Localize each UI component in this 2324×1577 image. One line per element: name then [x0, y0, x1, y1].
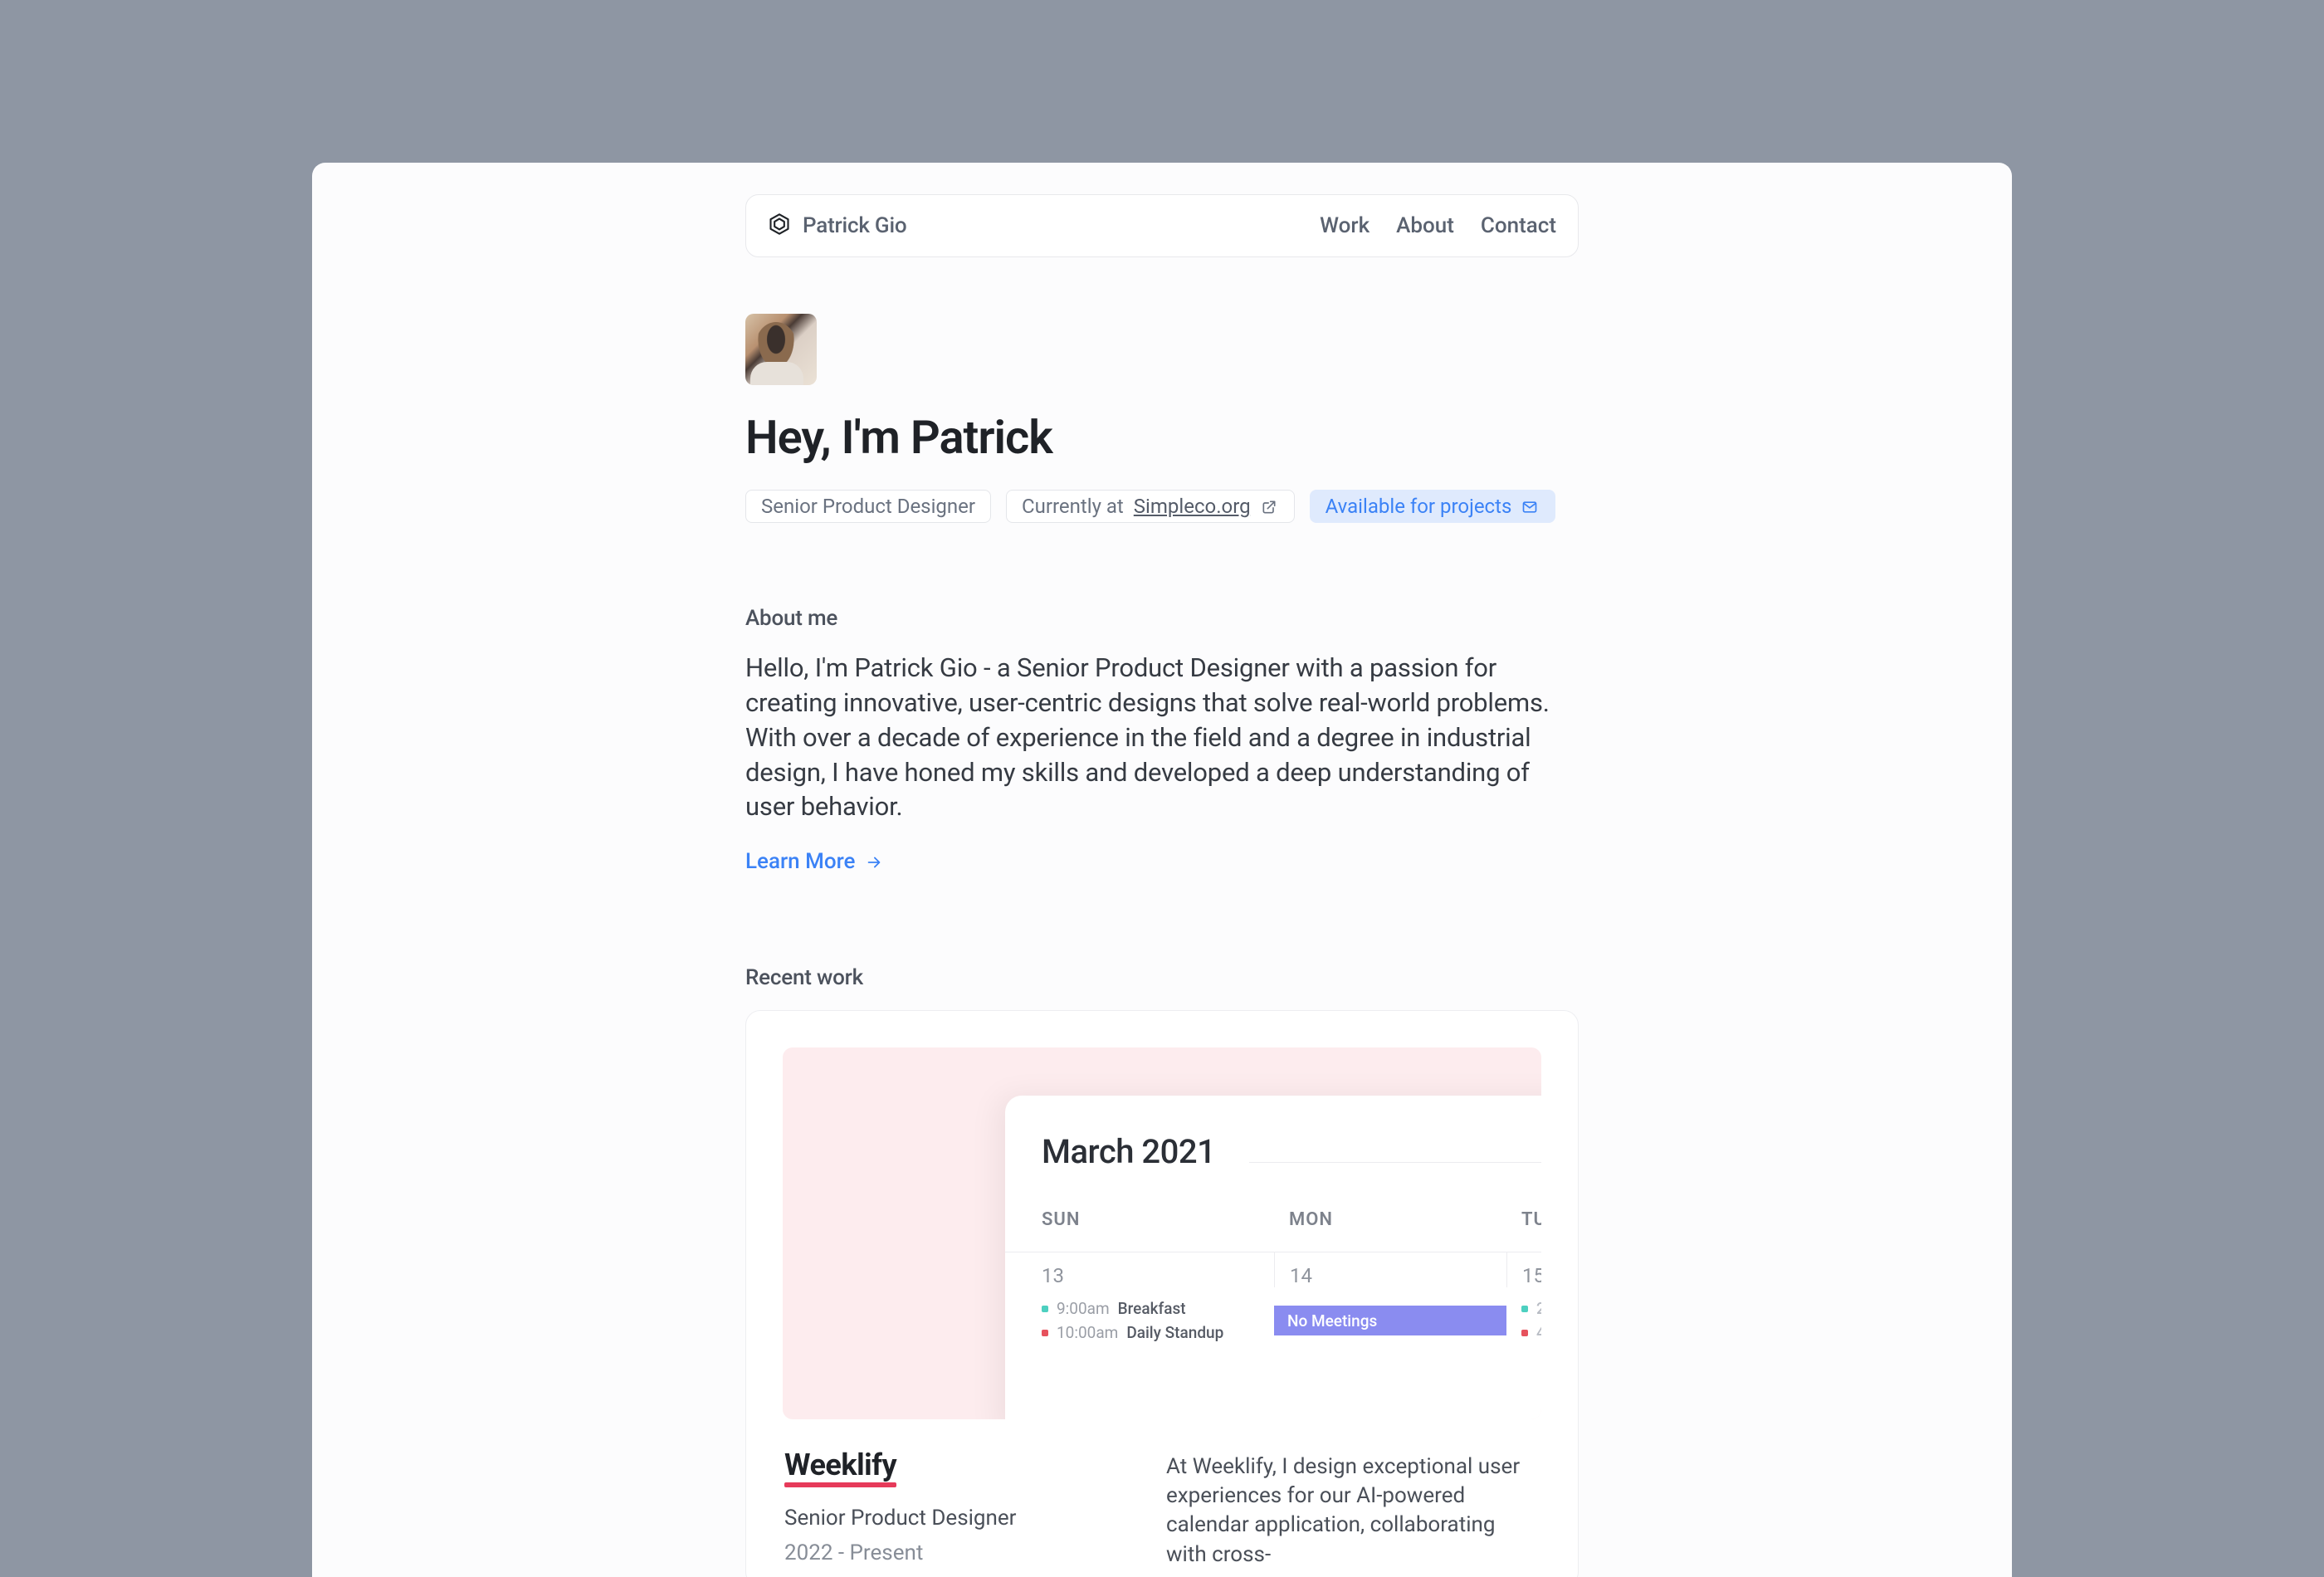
event-time: 2:	[1536, 1299, 1541, 1318]
hero-heading: Hey, I'm Patrick	[745, 410, 1579, 465]
calendar-month: March 2021	[1042, 1132, 1541, 1171]
calendar-col-sun: SUN 13 9:00am Breakfast	[1042, 1209, 1274, 1347]
brand[interactable]: Patrick Gio	[768, 212, 906, 239]
recent-work-section: Recent work March 2021 SUN 13	[745, 965, 1579, 1577]
tag-role-text: Senior Product Designer	[761, 495, 975, 518]
hero: Hey, I'm Patrick Senior Product Designer…	[745, 314, 1579, 523]
calendar-events-tue: 2: 4:	[1506, 1299, 1541, 1342]
calendar-col-tue: TUE 15 2: 4:	[1506, 1209, 1541, 1347]
tag-currently[interactable]: Currently at Simpleco.org	[1006, 490, 1295, 523]
arrow-right-icon	[865, 852, 883, 871]
calendar-mock: March 2021 SUN 13 9:00am Brea	[1005, 1096, 1541, 1419]
page-viewport: Patrick Gio Work About Contact Hey, I'm …	[312, 163, 2012, 1577]
learn-more-link[interactable]: Learn More	[745, 849, 883, 874]
event-time: 10:00am	[1057, 1323, 1118, 1342]
dayname-sun: SUN	[1042, 1209, 1274, 1230]
calendar-event: 4:	[1521, 1323, 1541, 1342]
tag-currently-link[interactable]: Simpleco.org	[1134, 495, 1251, 518]
dot-icon	[1042, 1330, 1048, 1336]
project-description: At Weeklify, I design exceptional user e…	[1166, 1452, 1540, 1569]
external-link-icon	[1261, 497, 1279, 515]
nav-link-about[interactable]: About	[1396, 213, 1454, 238]
dot-icon	[1042, 1306, 1048, 1312]
tag-available[interactable]: Available for projects	[1310, 490, 1556, 523]
no-meetings-block: No Meetings	[1274, 1306, 1506, 1335]
calendar-events-sun: 9:00am Breakfast 10:00am Daily Standup	[1005, 1299, 1274, 1342]
daynum-15: 15	[1506, 1252, 1541, 1287]
calendar-divider	[1249, 1162, 1541, 1163]
event-label: Daily Standup	[1126, 1323, 1223, 1342]
dayname-tue: TUE	[1506, 1209, 1541, 1230]
nav-link-contact[interactable]: Contact	[1481, 213, 1556, 238]
event-time: 9:00am	[1057, 1299, 1110, 1318]
nav-link-work[interactable]: Work	[1320, 213, 1370, 238]
calendar-col-mon: MON 14 No Meetings	[1274, 1209, 1506, 1347]
tag-role: Senior Product Designer	[745, 490, 991, 523]
event-label: Breakfast	[1118, 1299, 1186, 1318]
tag-available-text: Available for projects	[1326, 495, 1512, 518]
event-time: 4:	[1536, 1323, 1541, 1342]
about-section: About me Hello, I'm Patrick Gio - a Seni…	[745, 606, 1579, 874]
dot-icon	[1521, 1330, 1528, 1336]
nav-links: Work About Contact	[1320, 213, 1556, 238]
about-label: About me	[745, 606, 1579, 631]
project-title[interactable]: Weeklify	[784, 1448, 896, 1482]
calendar-event: 9:00am Breakfast	[1042, 1299, 1274, 1318]
navbar: Patrick Gio Work About Contact	[745, 194, 1579, 257]
tag-currently-prefix: Currently at	[1022, 495, 1124, 518]
project-image: March 2021 SUN 13 9:00am Brea	[783, 1047, 1541, 1419]
project-meta-left: Weeklify Senior Product Designer 2022 - …	[784, 1448, 1100, 1569]
daynum-13: 13	[1005, 1252, 1274, 1287]
dayname-mon: MON	[1274, 1209, 1506, 1230]
brand-name: Patrick Gio	[803, 213, 906, 238]
avatar	[745, 314, 817, 385]
mail-icon	[1521, 497, 1540, 515]
logo-hexagon-icon	[768, 212, 791, 239]
calendar-event: 10:00am Daily Standup	[1042, 1323, 1274, 1342]
project-meta: Weeklify Senior Product Designer 2022 - …	[746, 1419, 1578, 1577]
recent-label: Recent work	[745, 965, 1579, 990]
dot-icon	[1521, 1306, 1528, 1312]
learn-more-text: Learn More	[745, 849, 855, 874]
hero-tags: Senior Product Designer Currently at Sim…	[745, 490, 1579, 523]
about-text: Hello, I'm Patrick Gio - a Senior Produc…	[745, 651, 1579, 824]
project-card-weeklify: March 2021 SUN 13 9:00am Brea	[745, 1010, 1579, 1577]
calendar-event: 2:	[1521, 1299, 1541, 1318]
project-dates: 2022 - Present	[784, 1540, 1100, 1565]
calendar-days: SUN 13 9:00am Breakfast	[1042, 1209, 1541, 1347]
project-role: Senior Product Designer	[784, 1506, 1100, 1531]
daynum-14: 14	[1274, 1252, 1506, 1287]
